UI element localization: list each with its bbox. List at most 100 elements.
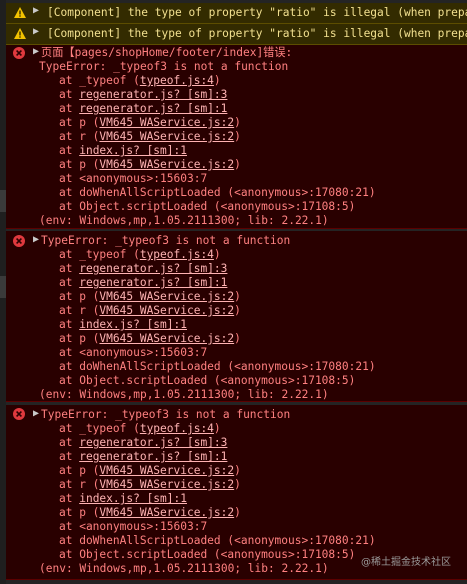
env-info: (env: Windows,mp,1.05.2111300; lib: 2.22…	[39, 214, 329, 227]
source-link[interactable]: index.js? [sm]:1	[79, 492, 187, 505]
warning-icon	[14, 28, 26, 39]
stack-frame-text: at p (	[59, 116, 100, 129]
stack-frame-text: at Object.scriptLoaded (<anonymous>:1710…	[59, 374, 356, 387]
env-info: (env: Windows,mp,1.05.2111300; lib: 2.22…	[39, 562, 329, 575]
stack-frame-text: at	[59, 276, 80, 289]
console-error-entry[interactable]: ▶ TypeError: _typeof3 is not a function …	[6, 231, 467, 402]
error-message: TypeError: _typeof3 is not a function	[39, 60, 289, 73]
stack-frame: at p (VM645 WAService.js:2)	[59, 158, 241, 172]
stack-frame-text: at p (	[59, 506, 100, 519]
stack-frame-text: )	[234, 158, 241, 171]
expand-arrow-icon[interactable]: ▶	[33, 5, 39, 16]
source-link[interactable]: regenerator.js? [sm]:3	[79, 436, 227, 449]
stack-frame: at doWhenAllScriptLoaded (<anonymous>:17…	[59, 534, 376, 548]
stack-frame: at index.js? [sm]:1	[59, 492, 187, 506]
error-page-header: 页面【pages/shopHome/footer/index]错误:	[41, 46, 293, 59]
source-link[interactable]: typeof.js:4	[140, 422, 214, 435]
stack-frame-text: at r (	[59, 478, 100, 491]
stack-frame-text: at Object.scriptLoaded (<anonymous>:1710…	[59, 548, 356, 561]
stack-frame: at regenerator.js? [sm]:1	[59, 276, 227, 290]
console-warning-row[interactable]: ▶ [Component] the type of property "rati…	[6, 3, 467, 24]
stack-frame-text: at r (	[59, 304, 100, 317]
stack-frame-text: )	[234, 464, 241, 477]
stack-frame-text: at doWhenAllScriptLoaded (<anonymous>:17…	[59, 534, 376, 547]
warning-message: [Component] the type of property "ratio"…	[47, 6, 467, 19]
source-link[interactable]: typeof.js:4	[140, 74, 214, 87]
stack-frame-text: at Object.scriptLoaded (<anonymous>:1710…	[59, 200, 356, 213]
stack-frame-text: )	[213, 74, 221, 87]
stack-frame: at r (VM645 WAService.js:2)	[59, 304, 241, 318]
stack-frame: at regenerator.js? [sm]:1	[59, 450, 227, 464]
stack-frame-text: )	[234, 304, 241, 317]
warning-message: [Component] the type of property "ratio"…	[47, 27, 467, 40]
stack-frame-text: )	[234, 290, 241, 303]
console-panel: ▶ [Component] the type of property "rati…	[0, 0, 467, 584]
stack-frame-text: at _typeof (	[59, 248, 140, 261]
stack-frame-text: )	[234, 116, 241, 129]
expand-arrow-icon[interactable]: ▶	[33, 408, 39, 419]
stack-frame-text: )	[213, 248, 221, 261]
stack-frame: at Object.scriptLoaded (<anonymous>:1710…	[59, 200, 355, 214]
source-link[interactable]: regenerator.js? [sm]:1	[79, 102, 227, 115]
stack-frame: at <anonymous>:15603:7	[59, 346, 207, 360]
stack-frame-text: at	[59, 450, 80, 463]
error-icon	[13, 47, 25, 59]
source-link[interactable]: VM645 WAService.js:2	[99, 332, 234, 345]
stack-frame-text: )	[234, 332, 241, 345]
stack-frame-text: at <anonymous>:15603:7	[59, 520, 208, 533]
source-link[interactable]: typeof.js:4	[140, 248, 214, 261]
warning-icon	[14, 7, 26, 18]
stack-frame-text: )	[234, 130, 241, 143]
expand-arrow-icon[interactable]: ▶	[33, 26, 39, 37]
error-icon	[13, 235, 25, 247]
stack-frame-text: at doWhenAllScriptLoaded (<anonymous>:17…	[59, 186, 376, 199]
source-link[interactable]: index.js? [sm]:1	[79, 318, 187, 331]
stack-frame-text: at	[59, 88, 80, 101]
stack-frame-text: at r (	[59, 130, 100, 143]
stack-frame: at _typeof (typeof.js:4)	[59, 74, 221, 88]
source-link[interactable]: VM645 WAService.js:2	[99, 158, 234, 171]
source-link[interactable]: regenerator.js? [sm]:3	[79, 262, 227, 275]
stack-frame: at _typeof (typeof.js:4)	[59, 422, 221, 436]
stack-frame: at p (VM645 WAService.js:2)	[59, 506, 241, 520]
stack-frame-text: at p (	[59, 290, 100, 303]
stack-frame: at <anonymous>:15603:7	[59, 172, 207, 186]
stack-frame: at regenerator.js? [sm]:1	[59, 102, 227, 116]
stack-frame-text: at	[59, 436, 80, 449]
source-link[interactable]: VM645 WAService.js:2	[99, 478, 234, 491]
stack-frame-text: at <anonymous>:15603:7	[59, 172, 208, 185]
error-message: TypeError: _typeof3 is not a function	[41, 408, 291, 421]
console-warning-row[interactable]: ▶ [Component] the type of property "rati…	[6, 24, 467, 45]
stack-frame: at regenerator.js? [sm]:3	[59, 88, 227, 102]
source-link[interactable]: regenerator.js? [sm]:3	[79, 88, 227, 101]
source-link[interactable]: VM645 WAService.js:2	[99, 290, 234, 303]
stack-frame-text: at p (	[59, 464, 100, 477]
stack-frame: at doWhenAllScriptLoaded (<anonymous>:17…	[59, 186, 376, 200]
stack-frame: at p (VM645 WAService.js:2)	[59, 116, 241, 130]
stack-frame-text: at	[59, 492, 80, 505]
source-link[interactable]: regenerator.js? [sm]:1	[79, 276, 227, 289]
stack-frame: at p (VM645 WAService.js:2)	[59, 332, 241, 346]
stack-frame-text: at p (	[59, 332, 100, 345]
stack-frame-text: )	[213, 422, 221, 435]
source-link[interactable]: regenerator.js? [sm]:1	[79, 450, 227, 463]
stack-frame-text: at _typeof (	[59, 74, 140, 87]
source-link[interactable]: VM645 WAService.js:2	[99, 116, 234, 129]
expand-arrow-icon[interactable]: ▶	[33, 234, 39, 245]
expand-arrow-icon[interactable]: ▶	[33, 46, 39, 57]
stack-frame: at p (VM645 WAService.js:2)	[59, 464, 241, 478]
stack-frame: at index.js? [sm]:1	[59, 318, 187, 332]
stack-frame: at doWhenAllScriptLoaded (<anonymous>:17…	[59, 360, 376, 374]
console-error-entry[interactable]: ▶ 页面【pages/shopHome/footer/index]错误: Typ…	[6, 45, 467, 229]
stack-frame-text: at	[59, 262, 80, 275]
stack-frame-text: at	[59, 102, 80, 115]
source-link[interactable]: VM645 WAService.js:2	[99, 130, 234, 143]
source-link[interactable]: VM645 WAService.js:2	[99, 506, 234, 519]
source-link[interactable]: VM645 WAService.js:2	[99, 304, 234, 317]
env-info: (env: Windows,mp,1.05.2111300; lib: 2.22…	[39, 388, 329, 401]
stack-frame-text: at _typeof (	[59, 422, 140, 435]
stack-frame: at regenerator.js? [sm]:3	[59, 262, 227, 276]
source-link[interactable]: VM645 WAService.js:2	[99, 464, 234, 477]
stack-frame-text: at	[59, 318, 80, 331]
source-link[interactable]: index.js? [sm]:1	[79, 144, 187, 157]
